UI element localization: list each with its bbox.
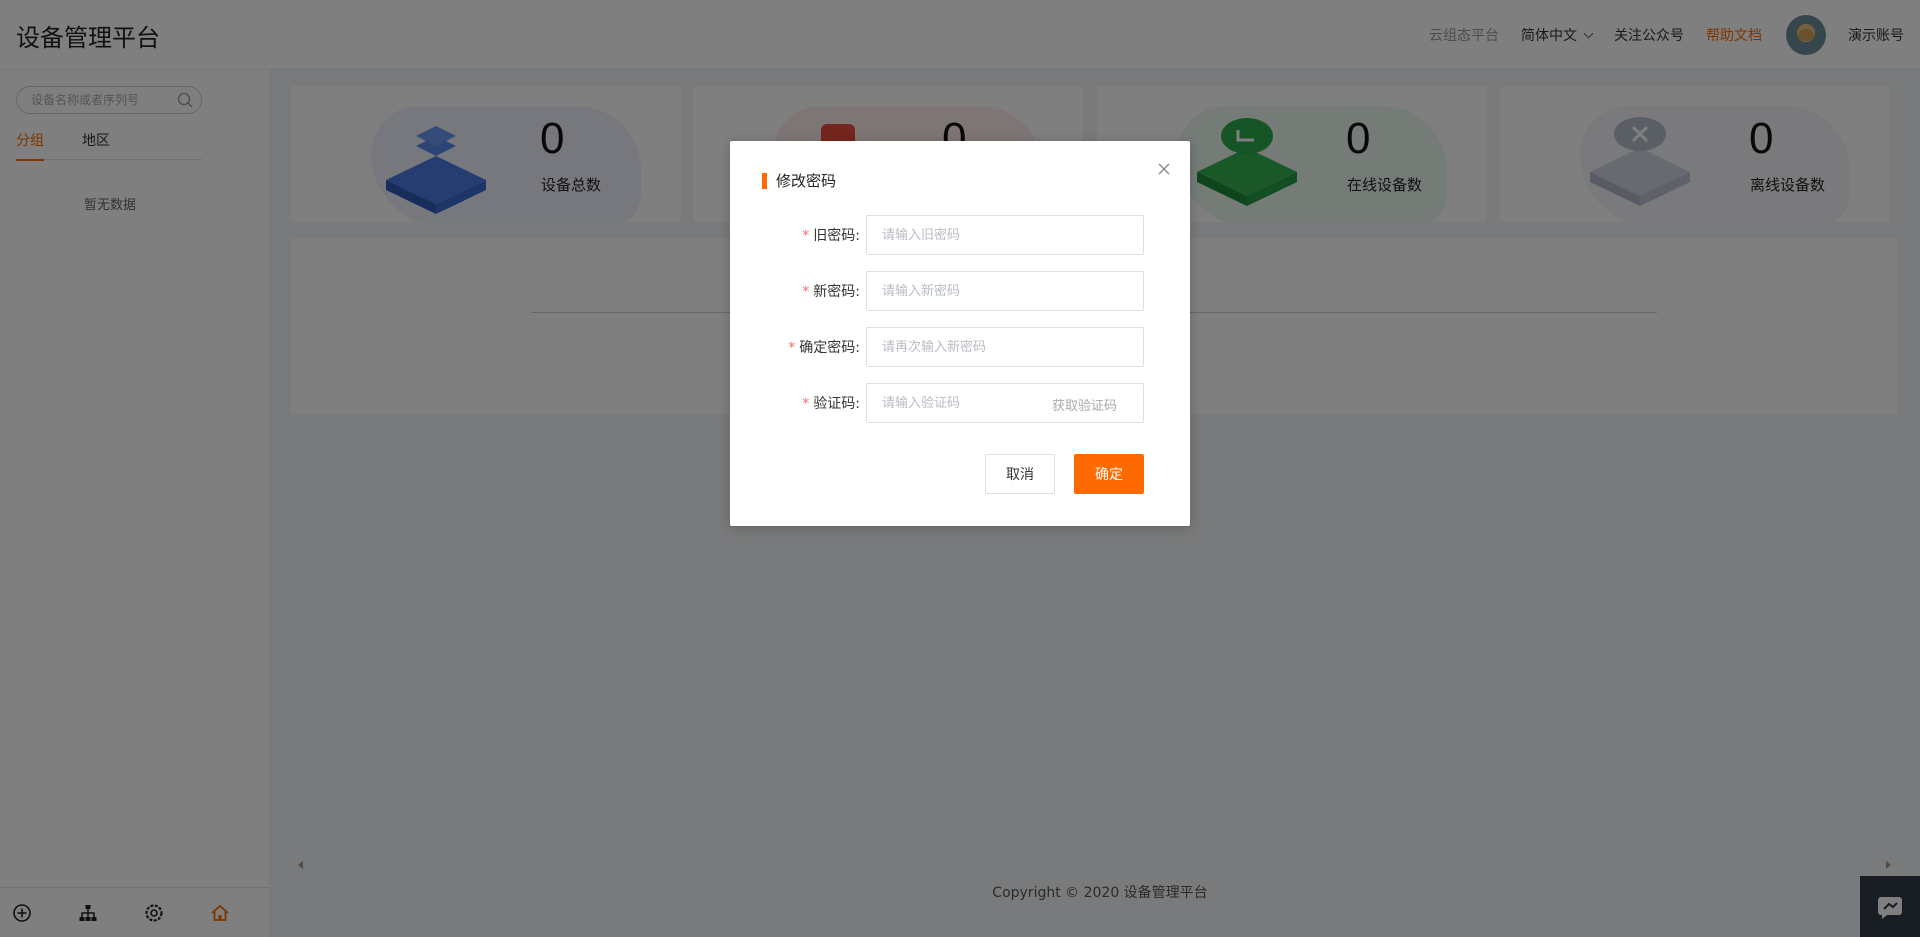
verification-code-row: *验证码: 获取验证码 [730,383,1190,423]
cancel-button[interactable]: 取消 [985,454,1055,494]
confirm-password-label-text: 确定密码: [799,340,860,356]
confirm-password-input[interactable] [866,327,1144,367]
verification-code-label: * 验证码: [802,393,860,413]
old-password-row: * 旧密码: [730,215,1190,255]
old-password-input[interactable] [866,215,1144,255]
confirm-button[interactable]: 确定 [1074,454,1144,494]
required-asterisk: * [802,228,810,244]
new-password-row: * 新密码: [730,271,1190,311]
change-password-dialog: 修改密码 *旧密码: *新密码: *确定密码: *验证码: 获取验证码 取消 确… [730,141,1190,526]
required-asterisk: * [802,284,810,300]
get-code-button[interactable]: 获取验证码 [1052,395,1117,414]
dialog-title: 修改密码 [762,171,836,191]
old-password-label-text: 旧密码: [813,228,860,244]
new-password-input[interactable] [866,271,1144,311]
new-password-label: * 新密码: [802,281,860,301]
new-password-label-text: 新密码: [813,284,860,300]
confirm-password-row: * 确定密码: [730,327,1190,367]
required-asterisk: * [802,396,810,412]
close-icon[interactable] [1156,161,1172,177]
old-password-label: * 旧密码: [802,225,860,245]
confirm-password-label: * 确定密码: [788,337,860,357]
required-asterisk: * [788,340,796,356]
verification-code-label-text: 验证码: [813,396,860,412]
